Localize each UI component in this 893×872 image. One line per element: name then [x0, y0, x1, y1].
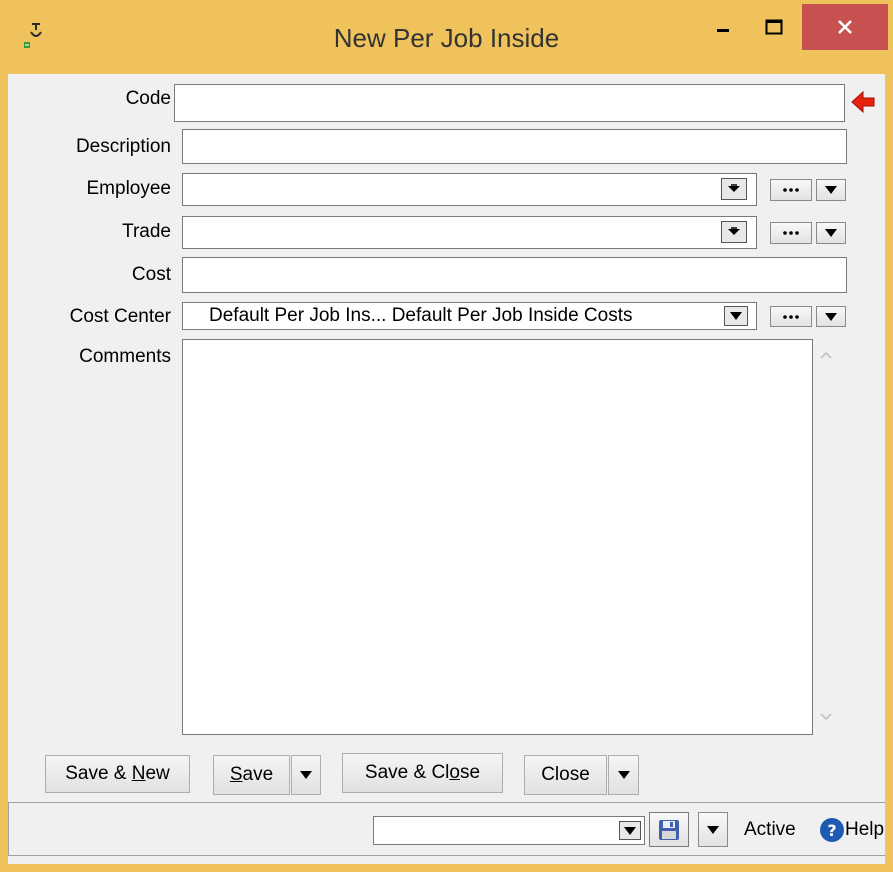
chevron-down-icon	[617, 771, 630, 779]
trade-label: Trade	[122, 221, 171, 242]
trade-combo[interactable]	[182, 216, 757, 249]
status-selector-dropdown-button[interactable]	[619, 821, 641, 840]
maximize-icon	[765, 19, 783, 35]
svg-text:?: ?	[827, 821, 836, 840]
save-layout-button[interactable]	[649, 812, 689, 847]
cost-label: Cost	[131, 264, 171, 285]
description-label: Description	[75, 136, 171, 157]
close-button[interactable]: Close	[524, 755, 607, 795]
save-new-label: Save & New	[65, 763, 170, 784]
chevron-down-icon	[707, 825, 719, 834]
help-label: Help	[845, 819, 885, 840]
ellipsis-icon	[783, 231, 799, 235]
save-new-button[interactable]: Save & New	[45, 755, 190, 793]
status-selector[interactable]	[373, 816, 645, 845]
scroll-down-icon[interactable]	[820, 713, 832, 721]
close-options-button[interactable]	[608, 755, 639, 795]
save-options-button[interactable]	[291, 755, 321, 795]
trade-options-button[interactable]	[816, 222, 846, 244]
chevron-down-icon	[730, 312, 742, 320]
employee-label: Employee	[86, 178, 172, 199]
close-label: Close	[541, 764, 590, 785]
comments-scrollbar[interactable]	[814, 339, 838, 735]
window: New Per Job Inside Code Description Empl…	[0, 0, 893, 872]
status-bar: Active ? Help	[8, 802, 885, 856]
employee-options-button[interactable]	[816, 179, 846, 201]
cost-center-code: Default Per Job Ins... Default Per Job I…	[209, 305, 633, 326]
minimize-icon	[717, 29, 729, 32]
cost-center-combo[interactable]: Default Per Job Ins... Default Per Job I…	[182, 302, 757, 330]
save-label: Save	[229, 764, 274, 785]
double-chevron-down-icon	[728, 184, 740, 192]
trade-browse-button[interactable]	[770, 222, 812, 244]
title-bar[interactable]: New Per Job Inside	[0, 0, 893, 74]
chevron-down-icon	[825, 312, 837, 321]
red-arrow-left-icon	[851, 90, 875, 114]
comments-textarea[interactable]	[182, 339, 813, 735]
code-label: Code	[125, 88, 171, 109]
minimize-button[interactable]	[698, 4, 748, 50]
employee-dropdown-button[interactable]	[721, 178, 747, 200]
form-body: Code Description Employee Trade Cost Cos…	[8, 74, 885, 864]
save-layout-options-button[interactable]	[698, 812, 728, 847]
chevron-down-icon	[825, 229, 837, 237]
close-icon	[838, 20, 852, 34]
close-window-button[interactable]	[802, 4, 888, 50]
employee-combo[interactable]	[182, 173, 757, 206]
ellipsis-icon	[783, 188, 799, 192]
active-status-label: Active	[744, 819, 796, 840]
cost-center-label: Cost Center	[69, 306, 171, 327]
double-chevron-down-icon	[728, 227, 740, 235]
question-circle-icon: ?	[820, 818, 844, 842]
description-input[interactable]	[182, 129, 847, 164]
cost-center-options-button[interactable]	[816, 306, 846, 327]
cost-center-dropdown-button[interactable]	[724, 306, 748, 326]
code-input[interactable]	[174, 84, 845, 122]
trade-dropdown-button[interactable]	[721, 221, 747, 243]
comments-label: Comments	[79, 346, 171, 367]
ellipsis-icon	[783, 314, 799, 319]
floppy-disk-icon	[659, 819, 679, 840]
maximize-button[interactable]	[748, 4, 800, 50]
cost-center-browse-button[interactable]	[770, 306, 812, 327]
employee-browse-button[interactable]	[770, 179, 812, 201]
save-button[interactable]: Save	[213, 755, 290, 795]
help-link[interactable]: ? Help	[819, 816, 884, 844]
save-close-button[interactable]: Save & Close	[342, 753, 503, 793]
save-close-label: Save & Close	[364, 762, 481, 783]
scroll-up-icon[interactable]	[820, 351, 832, 359]
cost-input[interactable]	[182, 257, 847, 293]
cost-center-name: Default Per Job Inside Costs	[391, 305, 633, 326]
chevron-down-icon	[825, 186, 837, 194]
chevron-down-icon	[300, 771, 312, 779]
chevron-down-icon	[624, 826, 636, 835]
